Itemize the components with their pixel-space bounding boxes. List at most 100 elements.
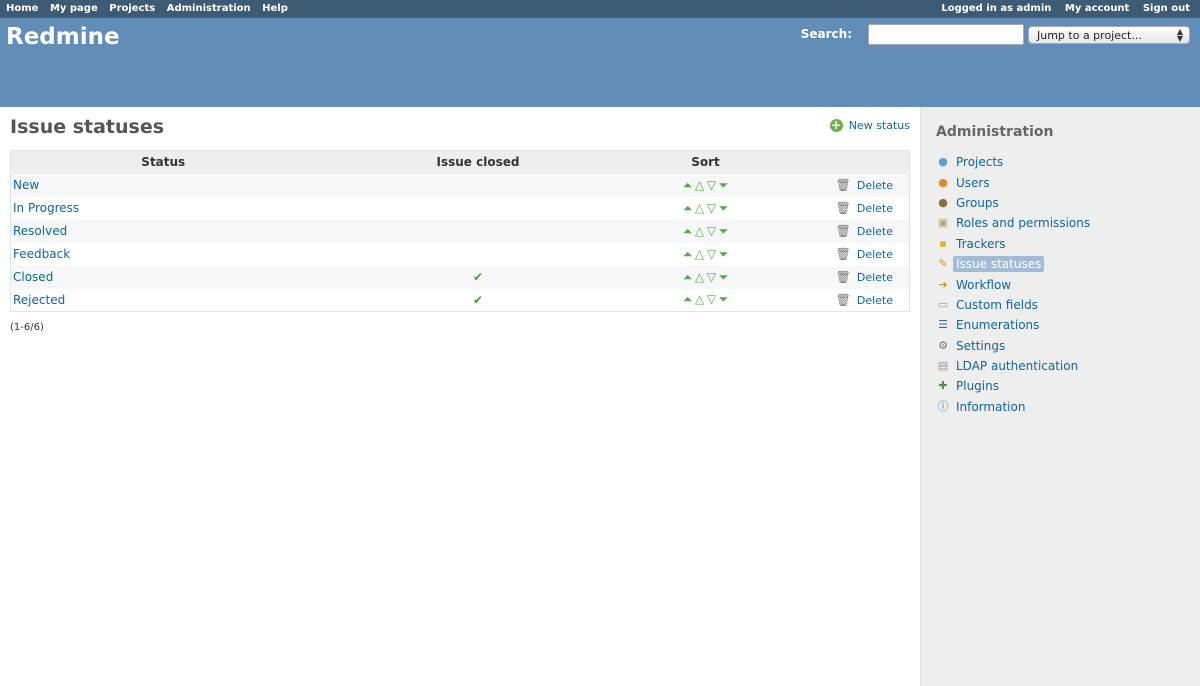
my-account-link[interactable]: My account [1065,3,1129,14]
app-title[interactable]: Redmine [6,24,120,50]
move-down-icon[interactable]: ▽ [706,270,718,284]
table-row: Feedback ⏶ △ ▽ ⏷ 🗑 Delete [10,242,910,266]
plugin-icon: ✚ [938,379,948,393]
trash-icon: 🗑 [835,224,851,238]
search-input[interactable] [868,24,1024,45]
move-bottom-icon[interactable]: ⏷ [718,292,730,307]
move-up-icon[interactable]: △ [694,201,706,215]
status-name-link[interactable]: In Progress [10,196,316,220]
header: Redmine Search: Jump to a project... ▲ ▼ [0,18,1200,107]
sidebar-item-projects[interactable]: ● Projects [935,152,1090,172]
sidebar-item-label: Trackers [956,236,1006,251]
new-status-link[interactable]: + New status [829,118,910,132]
delete-status-button[interactable]: 🗑 Delete [770,219,910,243]
top-menu-my-page[interactable]: My page [50,3,98,14]
table-row: Resolved ⏶ △ ▽ ⏷ 🗑 Delete [10,219,910,243]
sidebar-item-label: Users [956,175,990,190]
move-top-icon[interactable]: ⏶ [682,270,694,285]
status-name-link[interactable]: Feedback [10,242,316,266]
delete-status-button[interactable]: 🗑 Delete [770,242,910,266]
top-menu-administration[interactable]: Administration [167,3,251,14]
jump-to-project-select[interactable]: Jump to a project... ▲ ▼ [1028,26,1190,44]
sidebar-item-label: Plugins [956,379,999,394]
sign-out-link[interactable]: Sign out [1143,3,1190,14]
sidebar-item-trackers[interactable]: ▪ Trackers [935,234,1090,254]
table-header-row: Status Issue closed Sort [10,150,910,174]
column-header-sort: Sort [640,150,771,174]
status-name-link[interactable]: Resolved [10,219,316,243]
sidebar-item-roles-and-permissions[interactable]: ▣ Roles and permissions [935,213,1090,233]
column-header-status: Status [10,150,316,174]
delete-status-button[interactable]: 🗑 Delete [770,288,910,312]
status-name-link[interactable]: Rejected [10,288,316,312]
sidebar-item-users[interactable]: ● Users [935,172,1090,192]
sidebar-item-label: Information [956,399,1026,414]
group-icon: ● [938,195,948,209]
issue-closed-check-icon [315,196,641,220]
table-row: In Progress ⏶ △ ▽ ⏷ 🗑 Delete [10,196,910,220]
roles-icon: ▣ [937,216,949,230]
new-status-label: New status [848,119,910,132]
move-bottom-icon[interactable]: ⏷ [718,201,730,216]
sidebar-item-enumerations[interactable]: ☰ Enumerations [935,315,1090,335]
sidebar-item-groups[interactable]: ● Groups [935,193,1090,213]
trash-icon: 🗑 [835,201,851,215]
move-up-icon[interactable]: △ [694,178,706,192]
trash-icon: 🗑 [835,247,851,261]
move-top-icon[interactable]: ⏶ [682,247,694,262]
move-top-icon[interactable]: ⏶ [682,178,694,193]
add-icon: + [829,118,843,132]
top-menu-projects[interactable]: Projects [109,3,155,14]
delete-status-button[interactable]: 🗑 Delete [770,265,910,289]
move-bottom-icon[interactable]: ⏷ [718,224,730,239]
jump-to-project-label: Jump to a project... [1037,29,1142,42]
top-menu-help[interactable]: Help [262,3,288,14]
move-bottom-icon[interactable]: ⏷ [718,247,730,262]
status-name-link[interactable]: Closed [10,265,316,289]
sidebar-item-plugins[interactable]: ✚ Plugins [935,376,1090,396]
trash-icon: 🗑 [835,292,851,307]
move-down-icon[interactable]: ▽ [706,247,718,261]
sidebar-item-label: Custom fields [956,297,1038,312]
sidebar-item-ldap-authentication[interactable]: ▤ LDAP authentication [935,356,1090,376]
sidebar-item-label: Roles and permissions [956,216,1091,231]
move-down-icon[interactable]: ▽ [706,292,718,306]
sort-controls: ⏶ △ ▽ ⏷ [640,288,771,312]
sidebar-item-information[interactable]: ⓘ Information [935,397,1090,417]
move-down-icon[interactable]: ▽ [706,224,718,238]
sidebar-item-workflow[interactable]: ➔ Workflow [935,274,1090,294]
top-menu-home[interactable]: Home [6,3,38,14]
status-name-link[interactable]: New [10,173,316,197]
move-down-icon[interactable]: ▽ [706,201,718,215]
move-bottom-icon[interactable]: ⏷ [718,178,730,193]
move-bottom-icon[interactable]: ⏷ [718,270,730,285]
move-top-icon[interactable]: ⏶ [682,292,694,307]
sidebar-item-custom-fields[interactable]: ▭ Custom fields [935,295,1090,315]
sort-controls: ⏶ △ ▽ ⏷ [640,196,771,220]
table-row: Rejected ✔ ⏶ △ ▽ ⏷ 🗑 Delete [10,288,910,312]
admin-menu: ● Projects ● Users ● Groups ▣ Roles and permiss… [935,152,1091,417]
tracker-icon: ▪ [939,236,947,250]
move-top-icon[interactable]: ⏶ [682,201,694,216]
list-icon: ☰ [938,318,948,332]
sidebar-item-label: Settings [956,338,1006,353]
sidebar-item-issue-statuses[interactable]: ✎ Issue statuses [935,254,1090,274]
move-up-icon[interactable]: △ [694,224,706,238]
move-top-icon[interactable]: ⏶ [682,224,694,239]
pagination: (1-6/6) [10,322,44,333]
issue-closed-check-icon: ✔ [315,265,641,289]
move-up-icon[interactable]: △ [694,292,706,306]
workflow-icon: ➔ [938,277,948,291]
delete-status-button[interactable]: 🗑 Delete [770,173,910,197]
move-up-icon[interactable]: △ [694,270,706,284]
delete-status-button[interactable]: 🗑 Delete [770,196,910,220]
issue-statuses-table: Status Issue closed Sort New ⏶ △ ▽ ⏷ 🗑 Delete I… [10,150,910,312]
sidebar-item-label: Groups [956,195,999,210]
move-up-icon[interactable]: △ [694,247,706,261]
sidebar-item-settings[interactable]: ⚙ Settings [935,336,1090,356]
sort-controls: ⏶ △ ▽ ⏷ [640,219,771,243]
delete-label: Delete [856,202,893,215]
sort-controls: ⏶ △ ▽ ⏷ [640,173,771,197]
projects-icon: ● [938,155,948,169]
move-down-icon[interactable]: ▽ [706,178,718,192]
